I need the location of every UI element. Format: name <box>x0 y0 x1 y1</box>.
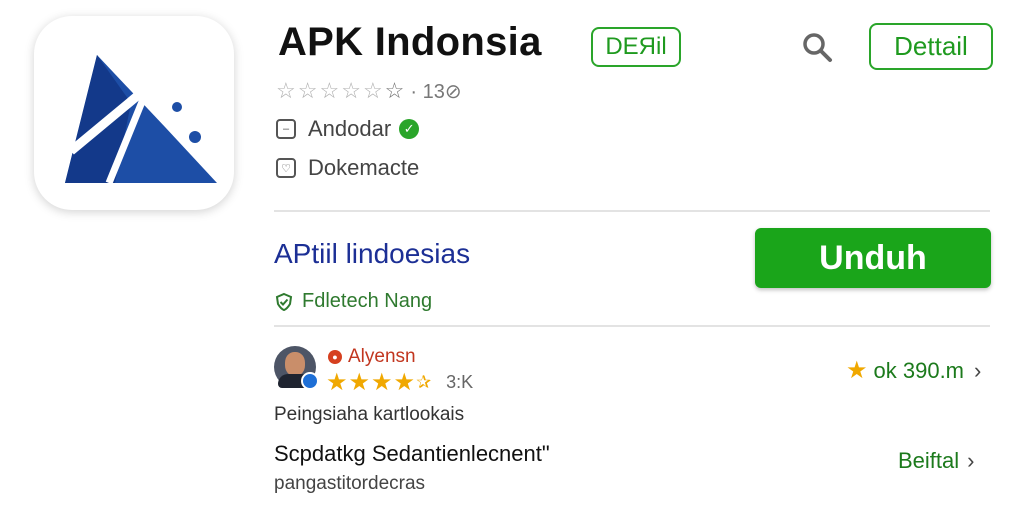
rating-count: · 13⊘ <box>410 80 462 103</box>
search-icon[interactable] <box>800 30 834 64</box>
review-stars: ★ ★ ★ ★ ✰ 3:K <box>326 368 473 397</box>
app-subtitle: APtiil lindoesias <box>274 238 471 269</box>
developer-row[interactable]: – Andodar ✓ <box>276 116 420 142</box>
section-link-label: Beiftal <box>898 448 960 473</box>
reviewer-name: Alyensn <box>348 346 416 367</box>
reviewer-badge-icon: ● <box>328 350 342 364</box>
chevron-right-icon: › <box>974 357 982 383</box>
install-button[interactable]: Unduh <box>755 228 991 288</box>
detail-button[interactable]: Dettail <box>869 23 993 70</box>
shield-check-icon <box>275 292 293 311</box>
avatar[interactable] <box>274 346 319 390</box>
rating-row: ☆ ☆ ☆ ☆ ☆ ☆ · 13⊘ <box>276 78 462 104</box>
reviewer-name-row: ● Alyensn <box>328 346 416 368</box>
half-star-icon: ✰ <box>416 372 432 392</box>
app-title: APK Indonsia <box>278 20 542 64</box>
heart-icon: ♡ <box>276 158 296 178</box>
verified-badge-icon <box>301 372 319 390</box>
star-icon: ★ <box>348 369 371 396</box>
empty-star-icon: ☆ <box>341 78 361 103</box>
section-detail-link[interactable]: Beiftal › <box>898 448 974 474</box>
document-icon: – <box>276 119 296 139</box>
empty-star-icon: ☆ <box>384 78 405 103</box>
empty-star-icon: ☆ <box>319 78 340 103</box>
section-title: Scpdatkg Sedantienlecnent" <box>274 441 550 466</box>
review-score: 3:K <box>446 372 474 392</box>
app-icon <box>34 16 234 210</box>
chevron-right-icon: › <box>967 448 975 473</box>
review-text: Peingsiaha kartlookais <box>274 404 465 425</box>
star-icon: ★ <box>846 357 868 384</box>
star-icon: ★ <box>371 369 393 396</box>
category-name: Dokemacte <box>308 155 420 180</box>
star-icon: ★ <box>326 369 348 396</box>
verified-icon: ✓ <box>399 119 420 139</box>
safety-tag: Fdletech Nang <box>274 290 432 313</box>
star-icon: ★ <box>393 369 416 396</box>
safety-tag-label: Fdletech Nang <box>302 290 433 312</box>
section-subtitle: pangastitordecras <box>274 473 426 494</box>
empty-star-icon: ☆ <box>276 78 296 103</box>
app-logo-icon <box>65 53 217 185</box>
divider <box>274 210 990 212</box>
empty-star-icon: ☆ <box>362 78 383 103</box>
developer-name: Andodar <box>308 116 392 141</box>
detail-badge[interactable]: DEЯil <box>591 27 681 67</box>
rating-stat-label: ok 390.m <box>873 357 965 383</box>
category-row[interactable]: ♡ Dokemacte <box>276 155 419 181</box>
rating-stat-link[interactable]: ★ ok 390.m › <box>846 356 981 385</box>
divider <box>274 325 990 327</box>
empty-star-icon: ☆ <box>297 78 318 103</box>
